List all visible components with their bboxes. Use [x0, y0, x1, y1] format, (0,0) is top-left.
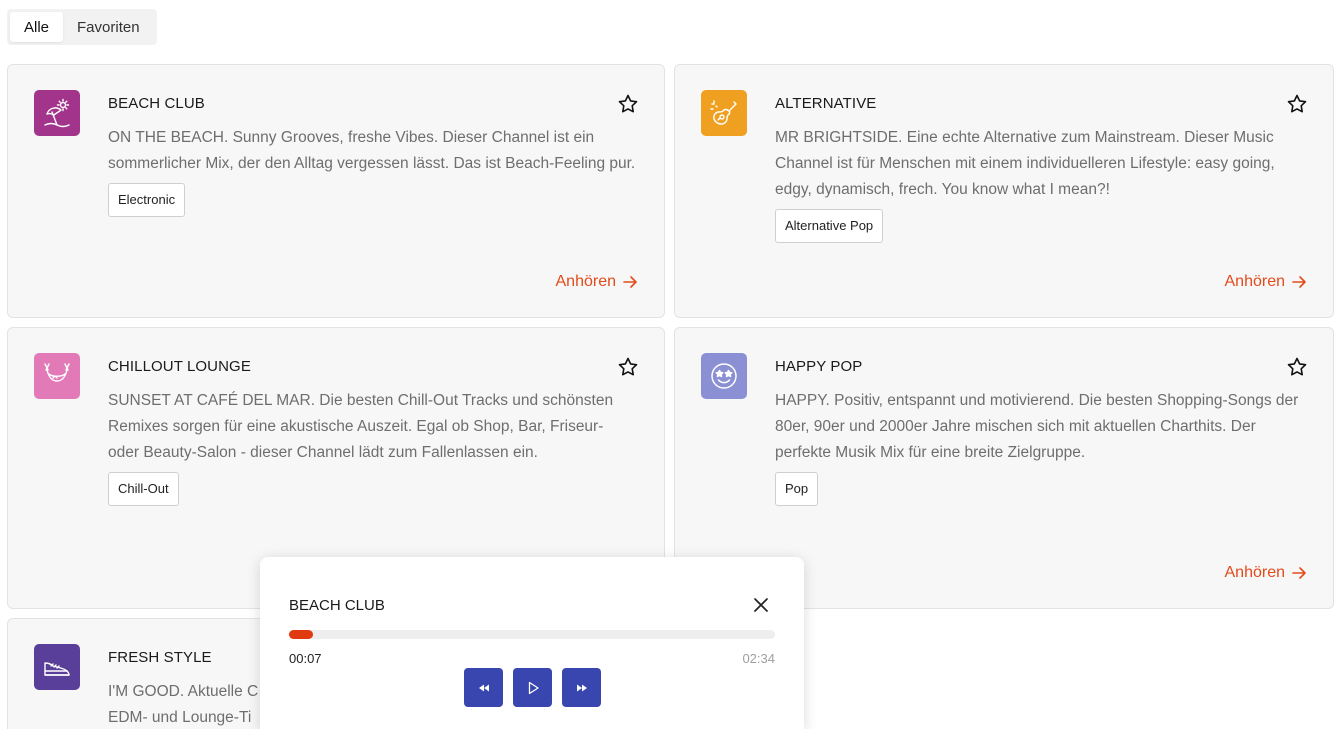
play-button[interactable]: [513, 668, 552, 707]
channel-description-block: ON THE BEACH. Sunny Grooves, freshe Vibe…: [108, 125, 636, 217]
beach-umbrella-icon: [34, 90, 80, 136]
player-title: BEACH CLUB: [289, 597, 385, 614]
channel-description-block: MR BRIGHTSIDE. Eine echte Alternative zu…: [775, 125, 1305, 243]
filter-tabs: Alle Favoriten: [7, 9, 157, 45]
current-time: 00:07: [289, 651, 322, 666]
genre-tag: Electronic: [108, 183, 186, 217]
channel-card-beach-club: BEACH CLUB ON THE BEACH. Sunny Grooves, …: [7, 64, 665, 318]
listen-label: Anhören: [1224, 273, 1286, 290]
fast-forward-icon: [576, 684, 587, 691]
channel-description-block: HAPPY. Positiv, entspannt und motivieren…: [775, 388, 1305, 506]
channel-description: ON THE BEACH. Sunny Grooves, freshe Vibe…: [108, 129, 636, 172]
channel-description: MR BRIGHTSIDE. Eine echte Alternative zu…: [775, 129, 1275, 198]
favorite-star-icon[interactable]: [616, 355, 640, 379]
progress-bar[interactable]: [289, 630, 775, 639]
sneaker-icon: [34, 644, 80, 690]
progress-bar-fill: [289, 630, 314, 639]
rewind-button[interactable]: [464, 668, 503, 707]
arrow-right-icon: [1292, 276, 1306, 288]
channel-description-block: SUNSET AT CAFÉ DEL MAR. Die besten Chill…: [108, 388, 636, 506]
total-time: 02:34: [742, 651, 775, 666]
arrow-right-icon: [1292, 567, 1306, 579]
channel-title: BEACH CLUB: [108, 95, 205, 112]
channel-title: HAPPY POP: [775, 358, 863, 375]
channel-title: FRESH STYLE: [108, 649, 212, 666]
favorite-star-icon[interactable]: [1285, 92, 1309, 116]
tab-alle[interactable]: Alle: [10, 12, 64, 42]
channel-title: CHILLOUT LOUNGE: [108, 358, 251, 375]
star-eyes-smiley-icon: [701, 353, 747, 399]
listen-link[interactable]: Anhören: [1225, 273, 1308, 291]
listen-link[interactable]: Anhören: [1225, 564, 1308, 582]
genre-tag: Pop: [775, 472, 819, 506]
listen-link[interactable]: Anhören: [556, 273, 639, 291]
channel-description: SUNSET AT CAFÉ DEL MAR. Die besten Chill…: [108, 392, 614, 461]
arrow-right-icon: [623, 276, 637, 288]
player-controls: [464, 668, 601, 707]
genre-tag: Chill-Out: [108, 472, 179, 506]
play-icon: [528, 681, 539, 694]
guitar-icon: [701, 90, 747, 136]
fast-forward-button[interactable]: [562, 668, 601, 707]
genre-tag: Alternative Pop: [775, 209, 884, 243]
tab-favoriten[interactable]: Favoriten: [63, 12, 154, 42]
channel-card-alternative: ALTERNATIVE MR BRIGHTSIDE. Eine echte Al…: [674, 64, 1334, 318]
listen-label: Anhören: [1224, 564, 1286, 581]
favorite-star-icon[interactable]: [1285, 355, 1309, 379]
channel-title: ALTERNATIVE: [775, 95, 877, 112]
favorite-star-icon[interactable]: [616, 92, 640, 116]
audio-player: BEACH CLUB 00:07 02:34: [260, 557, 804, 729]
rewind-icon: [478, 684, 489, 691]
hammock-icon: [34, 353, 80, 399]
close-icon[interactable]: [752, 596, 770, 614]
channel-description: HAPPY. Positiv, entspannt und motivieren…: [775, 392, 1299, 461]
listen-label: Anhören: [555, 273, 617, 290]
